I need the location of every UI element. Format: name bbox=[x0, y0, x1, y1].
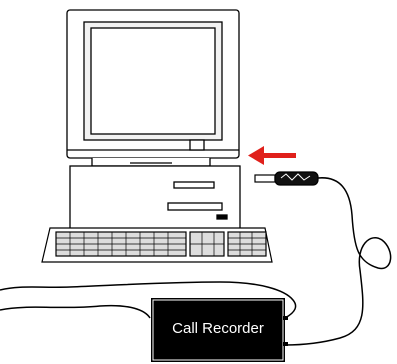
keyboard-icon bbox=[41, 227, 273, 263]
computer-monitor-icon bbox=[66, 9, 240, 167]
left-arrow-icon bbox=[248, 146, 296, 165]
computer-setup-diagram: Call Recorder bbox=[0, 0, 397, 364]
usb-plug-icon bbox=[254, 171, 319, 186]
computer-tower-icon bbox=[69, 165, 241, 231]
phone-cable-lower bbox=[0, 304, 151, 319]
diagram-canvas bbox=[0, 9, 392, 362]
call-recorder-label: Call Recorder bbox=[172, 319, 264, 337]
usb-cable bbox=[284, 177, 392, 346]
